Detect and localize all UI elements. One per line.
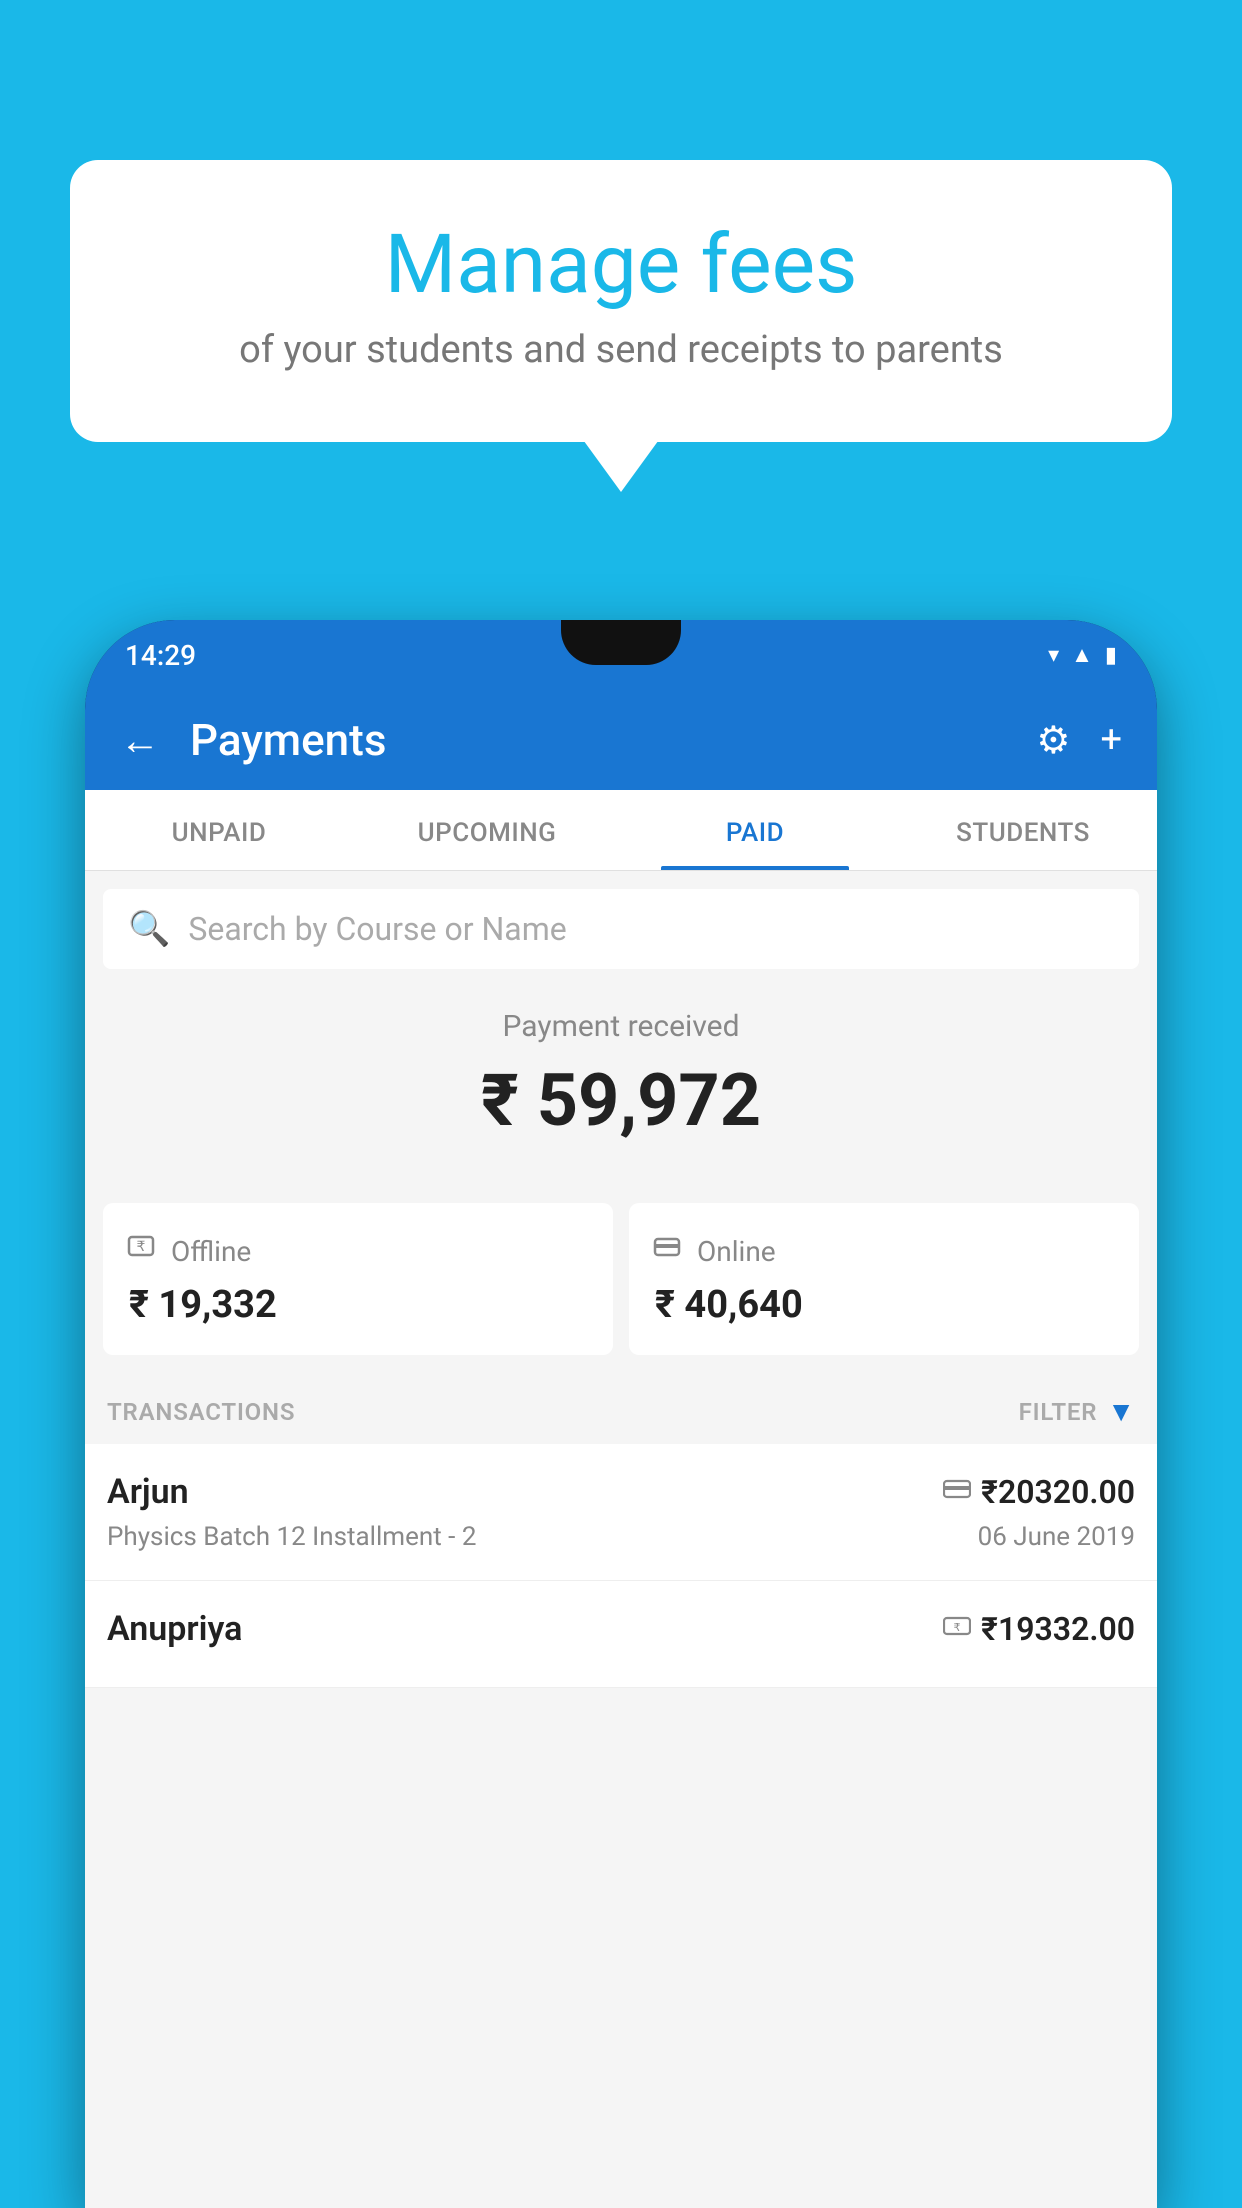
- transaction-row[interactable]: Anupriya ₹ ₹19332.00: [85, 1581, 1157, 1688]
- filter-icon: ▼: [1107, 1395, 1135, 1428]
- offline-icon: ₹: [125, 1231, 157, 1271]
- transaction-amount: ₹19332.00: [981, 1610, 1135, 1648]
- transaction-bottom: Physics Batch 12 Installment - 2 06 June…: [107, 1522, 1135, 1552]
- offline-label: Offline: [171, 1235, 251, 1268]
- battery-icon: ▮: [1105, 643, 1117, 668]
- speech-bubble: Manage fees of your students and send re…: [70, 160, 1172, 442]
- transaction-amount-wrap: ₹ ₹19332.00: [943, 1610, 1135, 1648]
- transaction-payment-type-icon: ₹: [943, 1614, 971, 1644]
- transaction-payment-type-icon: [943, 1477, 971, 1507]
- svg-text:₹: ₹: [954, 1622, 961, 1634]
- tab-unpaid[interactable]: UNPAID: [85, 790, 353, 870]
- transaction-amount: ₹20320.00: [981, 1473, 1135, 1511]
- transaction-course: Physics Batch 12 Installment - 2: [107, 1522, 476, 1552]
- transaction-name: Anupriya: [107, 1609, 242, 1649]
- settings-icon[interactable]: ⚙: [1036, 718, 1070, 763]
- online-card-header: Online: [651, 1231, 1117, 1271]
- transaction-row[interactable]: Arjun ₹20320.00 Physics Batch 12 Install…: [85, 1444, 1157, 1581]
- back-button[interactable]: ←: [120, 717, 160, 764]
- search-icon: 🔍: [128, 909, 170, 949]
- transaction-top: Arjun ₹20320.00: [107, 1472, 1135, 1512]
- transactions-label: TRANSACTIONS: [107, 1398, 295, 1426]
- offline-payment-card: ₹ Offline ₹ 19,332: [103, 1203, 613, 1355]
- app-bar: ← Payments ⚙ +: [85, 690, 1157, 790]
- transaction-name: Arjun: [107, 1472, 189, 1512]
- online-label: Online: [697, 1235, 776, 1268]
- transaction-top: Anupriya ₹ ₹19332.00: [107, 1609, 1135, 1649]
- online-icon: [651, 1231, 683, 1271]
- wifi-icon: ▾: [1048, 643, 1059, 668]
- search-input[interactable]: Search by Course or Name: [188, 910, 566, 948]
- app-bar-title: Payments: [190, 714, 1006, 766]
- status-bar: 14:29 ▾ ▲ ▮: [85, 620, 1157, 690]
- bubble-title: Manage fees: [130, 220, 1112, 310]
- tab-paid[interactable]: PAID: [621, 790, 889, 870]
- transaction-amount-wrap: ₹20320.00: [943, 1473, 1135, 1511]
- search-bar[interactable]: 🔍 Search by Course or Name: [103, 889, 1139, 969]
- tab-upcoming[interactable]: UPCOMING: [353, 790, 621, 870]
- payment-summary: Payment received ₹ 59,972: [85, 969, 1157, 1203]
- app-content: 🔍 Search by Course or Name Payment recei…: [85, 871, 1157, 2208]
- payment-total-amount: ₹ 59,972: [115, 1058, 1127, 1143]
- tab-students[interactable]: STUDENTS: [889, 790, 1157, 870]
- filter-button[interactable]: FILTER ▼: [1019, 1395, 1135, 1428]
- payment-received-label: Payment received: [115, 1009, 1127, 1044]
- filter-label: FILTER: [1019, 1398, 1098, 1426]
- offline-card-header: ₹ Offline: [125, 1231, 591, 1271]
- add-icon[interactable]: +: [1100, 718, 1122, 762]
- svg-text:₹: ₹: [137, 1238, 146, 1254]
- status-icons: ▾ ▲ ▮: [1048, 642, 1117, 668]
- app-bar-actions: ⚙ +: [1036, 718, 1122, 763]
- online-amount: ₹ 40,640: [655, 1283, 1117, 1327]
- phone-frame: 14:29 ▾ ▲ ▮ ← Payments ⚙ + UNPAID UPCOMI…: [85, 620, 1157, 2208]
- bubble-subtitle: of your students and send receipts to pa…: [130, 328, 1112, 372]
- phone-notch: [561, 620, 681, 665]
- online-payment-card: Online ₹ 40,640: [629, 1203, 1139, 1355]
- signal-icon: ▲: [1071, 642, 1093, 668]
- payment-cards: ₹ Offline ₹ 19,332 Online: [85, 1203, 1157, 1375]
- offline-amount: ₹ 19,332: [129, 1283, 591, 1327]
- status-time: 14:29: [125, 639, 196, 672]
- transaction-date: 06 June 2019: [978, 1522, 1135, 1552]
- tabs-bar: UNPAID UPCOMING PAID STUDENTS: [85, 790, 1157, 871]
- transactions-header: TRANSACTIONS FILTER ▼: [85, 1375, 1157, 1444]
